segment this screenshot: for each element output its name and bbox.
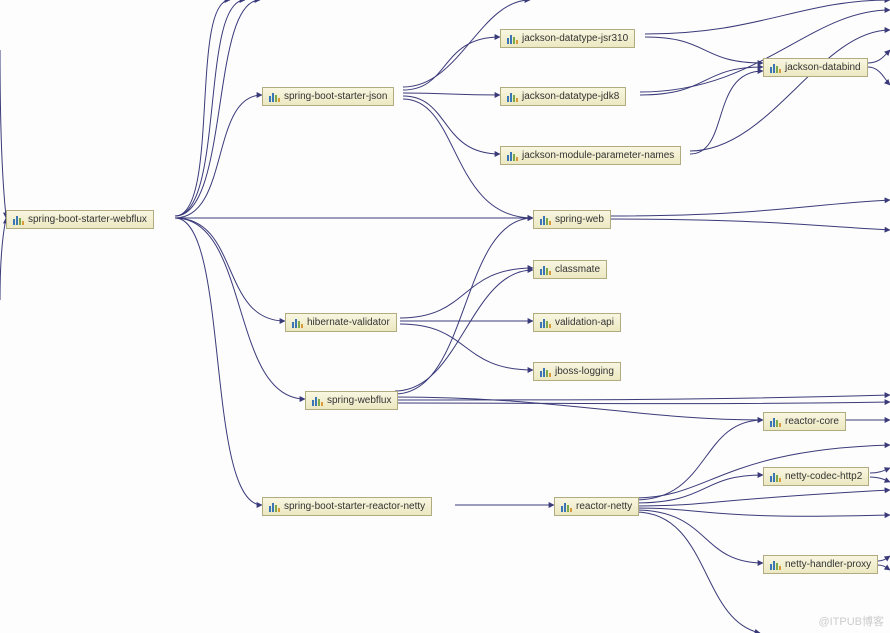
library-icon — [561, 502, 572, 512]
node-jackson-datatype-jsr310[interactable]: jackson-datatype-jsr310 — [500, 29, 635, 48]
library-icon — [507, 92, 518, 102]
dependency-edges — [0, 0, 890, 633]
node-spring-web[interactable]: spring-web — [533, 210, 611, 229]
library-icon — [269, 502, 280, 512]
node-label: netty-handler-proxy — [785, 559, 871, 570]
library-icon — [540, 367, 551, 377]
node-label: jackson-datatype-jsr310 — [522, 33, 628, 44]
node-validation-api[interactable]: validation-api — [533, 313, 621, 332]
node-label: jackson-datatype-jdk8 — [522, 91, 619, 102]
node-label: spring-boot-starter-json — [284, 91, 387, 102]
library-icon — [292, 318, 303, 328]
node-classmate[interactable]: classmate — [533, 260, 607, 279]
node-label: spring-boot-starter-reactor-netty — [284, 501, 425, 512]
library-icon — [269, 92, 280, 102]
node-label: jackson-module-parameter-names — [522, 150, 674, 161]
node-label: spring-web — [555, 214, 604, 225]
node-spring-boot-starter-webflux[interactable]: spring-boot-starter-webflux — [6, 210, 154, 229]
node-label: jackson-databind — [785, 62, 861, 73]
node-spring-boot-starter-reactor-netty[interactable]: spring-boot-starter-reactor-netty — [262, 497, 432, 516]
node-label: jboss-logging — [555, 366, 614, 377]
watermark: @ITPUB博客 — [818, 613, 884, 629]
library-icon — [770, 417, 781, 427]
node-netty-handler-proxy[interactable]: netty-handler-proxy — [763, 555, 878, 574]
library-icon — [540, 215, 551, 225]
library-icon — [507, 151, 518, 161]
node-hibernate-validator[interactable]: hibernate-validator — [285, 313, 397, 332]
node-spring-boot-starter-json[interactable]: spring-boot-starter-json — [262, 87, 394, 106]
node-label: classmate — [555, 264, 600, 275]
node-jackson-module-parameter-names[interactable]: jackson-module-parameter-names — [500, 146, 681, 165]
node-label: validation-api — [555, 317, 614, 328]
library-icon — [540, 318, 551, 328]
node-label: netty-codec-http2 — [785, 471, 862, 482]
node-jackson-datatype-jdk8[interactable]: jackson-datatype-jdk8 — [500, 87, 626, 106]
library-icon — [770, 472, 781, 482]
node-reactor-core[interactable]: reactor-core — [763, 412, 846, 431]
node-jackson-databind[interactable]: jackson-databind — [763, 58, 868, 77]
node-label: spring-boot-starter-webflux — [28, 214, 147, 225]
node-label: reactor-core — [785, 416, 839, 427]
node-reactor-netty[interactable]: reactor-netty — [554, 497, 639, 516]
library-icon — [770, 63, 781, 73]
library-icon — [770, 560, 781, 570]
library-icon — [507, 34, 518, 44]
node-label: reactor-netty — [576, 501, 632, 512]
node-jboss-logging[interactable]: jboss-logging — [533, 362, 621, 381]
node-label: spring-webflux — [327, 395, 391, 406]
library-icon — [13, 215, 24, 225]
node-netty-codec-http2[interactable]: netty-codec-http2 — [763, 467, 869, 486]
library-icon — [540, 265, 551, 275]
node-spring-webflux[interactable]: spring-webflux — [305, 391, 398, 410]
node-label: hibernate-validator — [307, 317, 390, 328]
library-icon — [312, 396, 323, 406]
